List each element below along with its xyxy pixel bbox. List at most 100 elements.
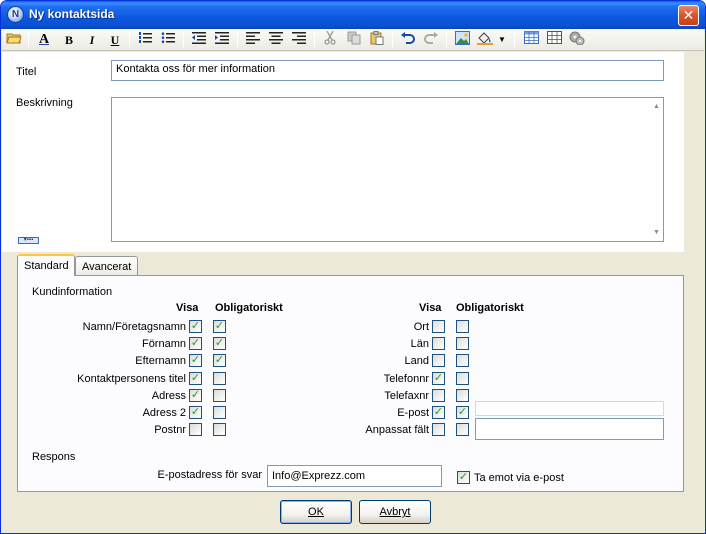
toolbar-separator [514, 32, 515, 48]
description-scrollbar[interactable]: ▲ ▼ [650, 98, 663, 241]
toolbar-separator [129, 32, 130, 48]
reply-email-input[interactable]: Info@Exprezz.com [267, 465, 442, 487]
align-right-icon[interactable] [290, 31, 308, 49]
right-required-checkbox[interactable] [456, 320, 469, 333]
toolbar-separator [314, 32, 315, 48]
window-title: Ny kontaktsida [29, 7, 115, 21]
scroll-down-icon[interactable]: ▼ [652, 228, 661, 237]
right-show-checkbox[interactable] [432, 320, 445, 333]
left-show-checkbox[interactable]: ✓ [189, 337, 202, 351]
right-required-checkbox[interactable] [456, 423, 469, 437]
font-color-icon[interactable]: A [35, 31, 53, 49]
left-required-checkbox[interactable] [213, 406, 226, 419]
right-col-show-header: Visa [419, 302, 442, 314]
cancel-button-label: Avbryt [379, 506, 411, 518]
formatting-toolbar: A B I U ▼ [2, 29, 704, 51]
gear-icon[interactable] [568, 31, 586, 49]
left-required-checkbox[interactable]: ✓ [213, 354, 226, 368]
right-required-checkbox[interactable]: ✓ [456, 406, 469, 419]
right-margin [684, 52, 704, 252]
left-show-checkbox[interactable]: ✓ [189, 354, 202, 368]
left-field-label: Förnamn [141, 338, 186, 351]
tab-advanced[interactable]: Avancerat [75, 256, 138, 276]
right-required-checkbox[interactable] [456, 371, 469, 385]
left-required-checkbox[interactable] [213, 371, 226, 385]
open-icon[interactable] [5, 31, 23, 49]
left-field-label: Adress [151, 389, 186, 402]
cancel-button[interactable]: Avbryt [359, 500, 431, 524]
italic-icon[interactable]: I [83, 31, 101, 49]
left-field-label: Efternamn [135, 355, 186, 368]
table-grid-icon[interactable] [545, 31, 563, 49]
close-button[interactable]: ✕ [678, 5, 699, 26]
outdent-icon[interactable] [190, 31, 208, 49]
receive-email-label: Ta emot via e-post [474, 472, 564, 484]
undo-icon[interactable] [399, 31, 417, 49]
dialog-window: N Ny kontaktsida ✕ A B I U ▼ Titel Konta… [0, 0, 706, 534]
toolbar-separator [392, 32, 393, 48]
left-required-checkbox[interactable] [213, 388, 226, 402]
title-input[interactable]: Kontakta oss för mer information [111, 60, 664, 81]
left-field-label: Adress 2 [142, 407, 186, 419]
copy-icon[interactable] [345, 31, 363, 49]
customer-group-label: Kundinformation [32, 286, 113, 298]
toolbar-separator [183, 32, 184, 48]
align-center-icon[interactable] [267, 31, 285, 49]
receive-email-checkbox[interactable]: ✓ [457, 471, 470, 484]
description-label: Beskrivning [16, 97, 73, 109]
right-show-checkbox[interactable]: ✓ [432, 406, 445, 419]
right-required-checkbox[interactable] [456, 388, 469, 402]
left-show-checkbox[interactable]: ✓ [189, 320, 202, 333]
align-left-icon[interactable] [244, 31, 262, 49]
title-bar[interactable]: N Ny kontaktsida ✕ [1, 1, 705, 29]
right-field-label: Ort [413, 321, 429, 333]
expand-toggle-icon[interactable]: ▾▪▪▪ [18, 237, 39, 244]
numbered-list-icon[interactable] [136, 31, 154, 49]
right-field-label: E-post [397, 407, 429, 419]
email-extra-input[interactable] [475, 401, 664, 416]
response-group-label: Respons [32, 451, 76, 463]
scroll-up-icon[interactable]: ▲ [652, 102, 661, 111]
right-show-checkbox[interactable] [432, 388, 445, 402]
dropdown-icon[interactable]: ▼ [496, 31, 508, 49]
app-icon: N [7, 6, 24, 23]
left-required-checkbox[interactable] [213, 423, 226, 437]
left-required-checkbox[interactable]: ✓ [213, 337, 226, 351]
left-required-checkbox[interactable]: ✓ [213, 320, 226, 333]
right-field-label: Telefaxnr [384, 389, 429, 402]
tab-standard[interactable]: Standard [17, 254, 75, 276]
left-show-checkbox[interactable] [189, 423, 202, 437]
left-show-checkbox[interactable]: ✓ [189, 371, 202, 385]
left-show-checkbox[interactable]: ✓ [189, 388, 202, 402]
right-show-checkbox[interactable] [432, 337, 445, 351]
paste-icon[interactable] [368, 31, 386, 49]
cut-icon[interactable] [321, 30, 339, 49]
redo-icon[interactable] [422, 31, 440, 49]
indent-icon[interactable] [213, 31, 231, 49]
toolbar-separator [28, 32, 29, 48]
underline-icon[interactable]: U [106, 31, 124, 49]
right-show-checkbox[interactable] [432, 354, 445, 368]
right-field-label: Telefonnr [383, 372, 429, 385]
custom-field-input[interactable] [475, 418, 664, 440]
toolbar-separator [237, 32, 238, 48]
bullet-list-icon[interactable] [159, 31, 177, 49]
left-field-label: Postnr [154, 424, 186, 437]
ok-button[interactable]: OK [280, 500, 352, 524]
description-textarea[interactable]: ▲ ▼ [111, 97, 664, 242]
description-text [112, 98, 663, 104]
right-show-checkbox[interactable] [432, 423, 445, 437]
right-show-checkbox[interactable]: ✓ [432, 371, 445, 385]
toolbar-separator [446, 32, 447, 48]
right-field-label: Anpassat fält [365, 424, 429, 437]
right-field-label: Land [404, 355, 429, 368]
left-col-show-header: Visa [176, 302, 199, 314]
image-icon[interactable] [453, 31, 471, 49]
left-show-checkbox[interactable]: ✓ [189, 406, 202, 419]
fill-icon[interactable] [476, 31, 494, 49]
table-icon[interactable] [522, 31, 540, 49]
right-required-checkbox[interactable] [456, 337, 469, 351]
right-required-checkbox[interactable] [456, 354, 469, 368]
ok-button-label: OK [308, 506, 324, 518]
bold-icon[interactable]: B [60, 31, 78, 49]
